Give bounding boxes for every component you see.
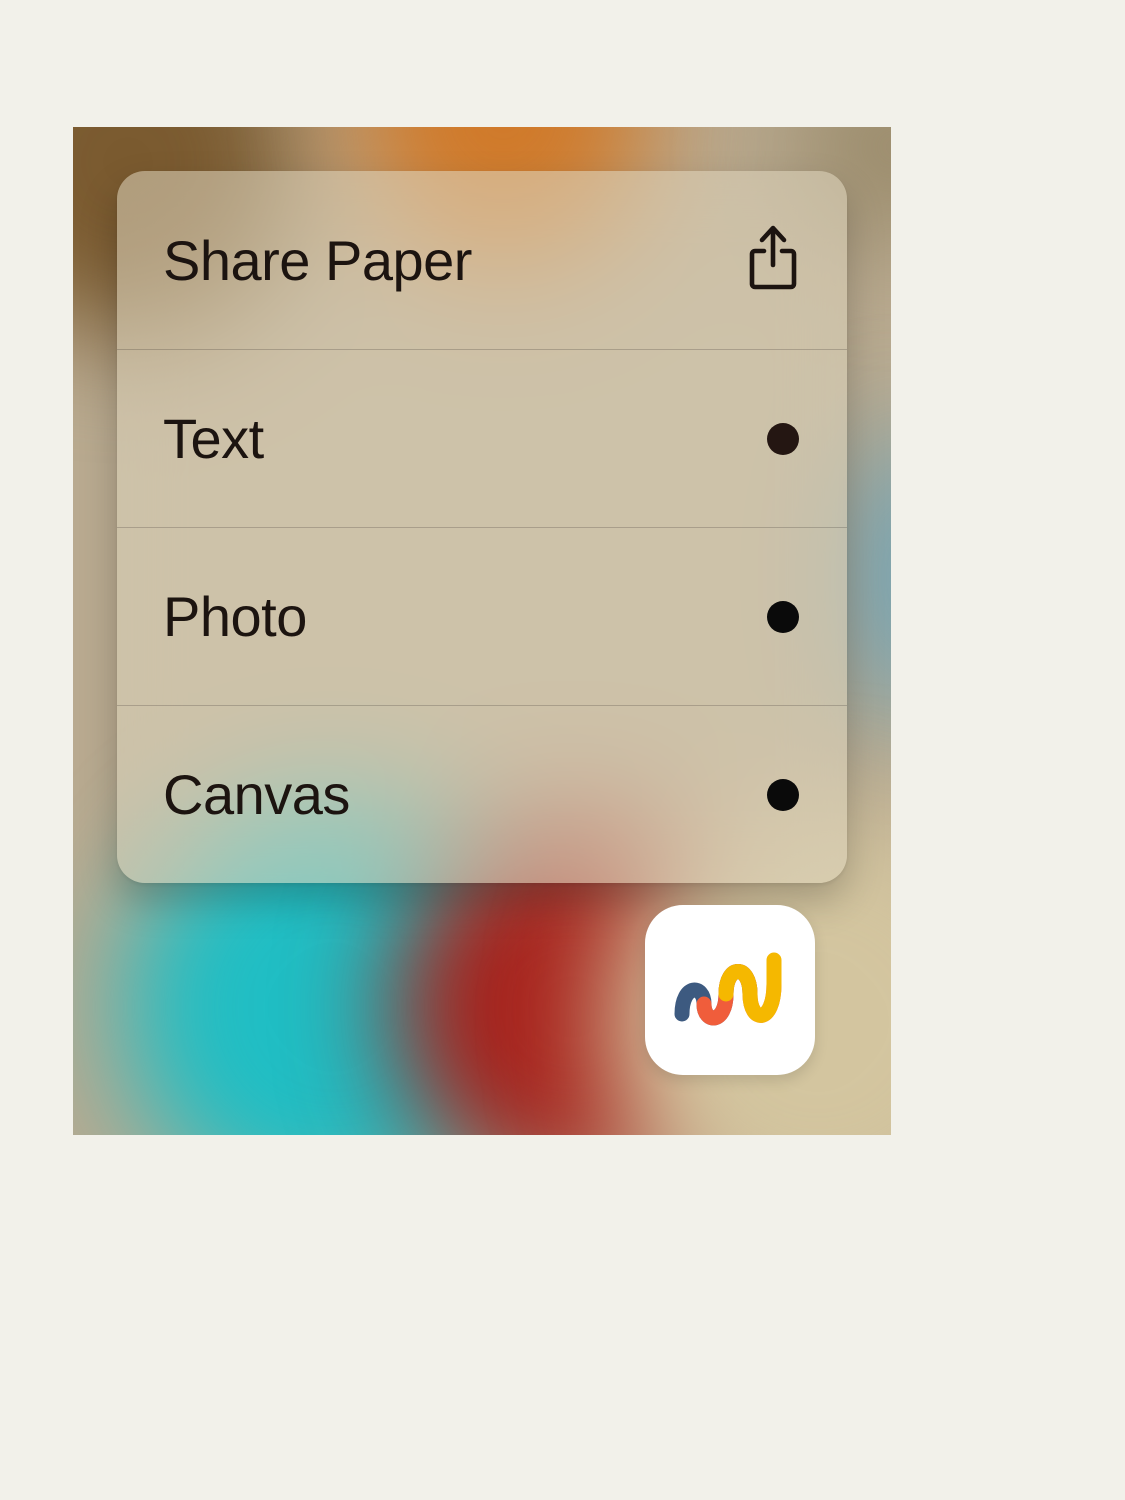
paper-wave-icon	[670, 942, 790, 1038]
menu-item-photo[interactable]: Photo	[117, 527, 847, 705]
dot-icon	[767, 423, 799, 455]
home-screen-quick-actions: Share Paper Text Photo Canvas	[73, 127, 891, 1135]
dot-icon	[767, 601, 799, 633]
menu-item-text[interactable]: Text	[117, 349, 847, 527]
menu-item-label: Share Paper	[163, 228, 472, 293]
menu-item-label: Photo	[163, 584, 307, 649]
quick-actions-menu: Share Paper Text Photo Canvas	[117, 171, 847, 883]
menu-item-label: Text	[163, 406, 264, 471]
share-icon	[747, 225, 799, 296]
menu-item-share-paper[interactable]: Share Paper	[117, 171, 847, 349]
menu-item-label: Canvas	[163, 762, 350, 827]
app-icon-paper[interactable]	[645, 905, 815, 1075]
dot-icon	[767, 779, 799, 811]
menu-item-canvas[interactable]: Canvas	[117, 705, 847, 883]
